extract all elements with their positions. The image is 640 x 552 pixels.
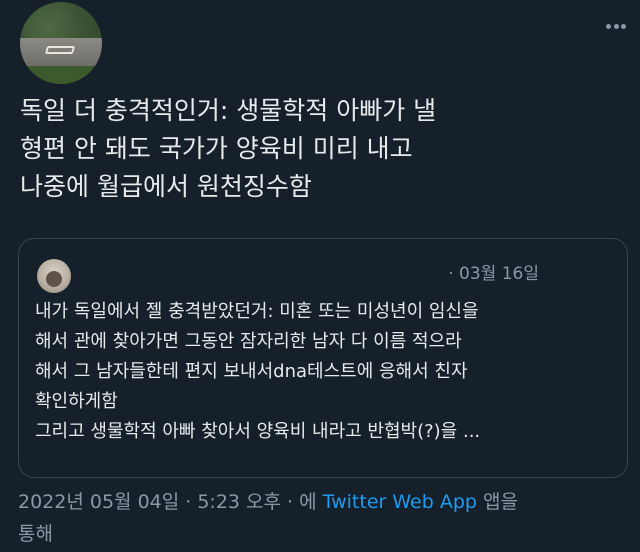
quoted-author-avatar[interactable]	[37, 259, 71, 293]
more-options-icon[interactable]	[602, 14, 630, 38]
tweet-text-line: 나중에 월급에서 원천징수함	[20, 172, 312, 201]
tweet-text-line: 독일 더 충격적인거: 생물학적 아빠가 낼	[20, 96, 437, 125]
quoted-tweet-date[interactable]: · 03월 16일	[448, 259, 539, 284]
tweet-text: 독일 더 충격적인거: 생물학적 아빠가 낼 형편 안 돼도 국가가 양육비 미…	[20, 92, 620, 206]
quoted-text-line: 확인하게함	[35, 391, 118, 412]
quoted-text-line: 해서 그 남자들한테 편지 보내서dna테스트에 응해서 친자	[35, 361, 468, 382]
more-dot	[621, 23, 626, 29]
source-suffix: 앱을	[476, 491, 518, 513]
author-avatar[interactable]	[20, 2, 102, 84]
tweet-text-line: 형편 안 돼도 국가가 양육비 미리 내고	[20, 134, 413, 163]
avatar-photo-grass	[20, 66, 102, 84]
more-dot	[613, 23, 619, 29]
more-dot	[606, 23, 611, 29]
source-suffix-line2: 통해	[18, 523, 53, 545]
source-app-link[interactable]: Twitter Web App	[323, 491, 477, 513]
tweet-metadata-line: 2022년 05월 04일 · 5:23 오후 · 에 Twitter Web …	[18, 486, 628, 518]
quoted-text-line: 내가 독일에서 젤 충격받았던거: 미혼 또는 미성년이 임신을	[35, 301, 479, 322]
quoted-tweet-text: 내가 독일에서 젤 충격받았던거: 미혼 또는 미성년이 임신을 해서 관에 찾…	[35, 297, 625, 447]
quoted-text-line: 그리고 생물학적 아빠 찾아서 양육비 내라고 반협박(?)을 ...	[35, 421, 481, 442]
tweet-metadata: 2022년 05월 04일 · 5:23 오후 · 에 Twitter Web …	[18, 486, 628, 550]
quoted-tweet-card[interactable]: · 03월 16일 내가 독일에서 젤 충격받았던거: 미혼 또는 미성년이 임…	[18, 238, 628, 478]
tweet-timestamp[interactable]: 2022년 05월 04일 · 5:23 오후 · 에	[18, 491, 323, 513]
avatar-photo-marking	[44, 46, 76, 54]
quoted-text-line: 해서 관에 찾아가면 그동안 잠자리한 남자 다 이름 적으라	[35, 331, 462, 352]
